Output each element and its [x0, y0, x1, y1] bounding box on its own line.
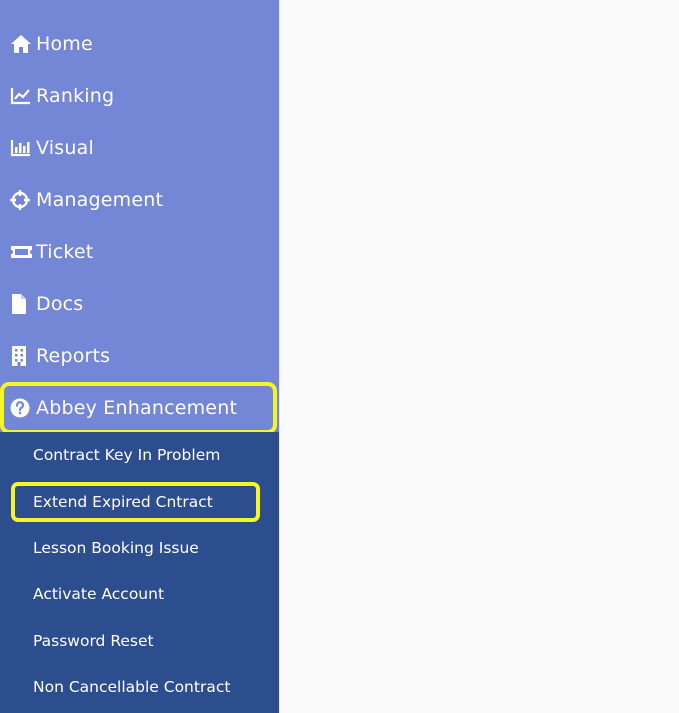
sidebar: Home Ranking Visual Management Ticket Do…: [0, 0, 280, 713]
sidebar-item-reports[interactable]: Reports: [0, 330, 279, 382]
sidebar-item-docs[interactable]: Docs: [0, 278, 279, 330]
main-content: [280, 0, 679, 713]
sidebar-item-ranking[interactable]: Ranking: [0, 70, 279, 122]
building-icon: [10, 346, 34, 366]
sidebar-item-label: Abbey Enhancement: [36, 397, 238, 419]
sidebar-item-home[interactable]: Home: [0, 18, 279, 70]
question-circle-icon: [10, 398, 34, 418]
app-page: Home Ranking Visual Management Ticket Do…: [0, 0, 679, 713]
ticket-icon: [10, 242, 34, 262]
crosshair-icon: [10, 190, 34, 210]
sidebar-nav: Home Ranking Visual Management Ticket Do…: [0, 18, 279, 434]
document-icon: [10, 294, 34, 314]
submenu-item-label: Password Reset: [33, 631, 154, 650]
sidebar-item-label: Management: [36, 189, 164, 211]
home-icon: [10, 34, 34, 54]
sidebar-item-abbey-enhancement[interactable]: Abbey Enhancement: [0, 382, 277, 434]
submenu-abbey-enhancement: Contract Key In Problem Extend Expired C…: [0, 432, 279, 713]
submenu-item-label: Lesson Booking Issue: [33, 538, 199, 557]
sidebar-item-management[interactable]: Management: [0, 174, 279, 226]
submenu-item-activate-account[interactable]: Activate Account: [0, 571, 279, 618]
submenu-item-label: Activate Account: [33, 585, 165, 604]
submenu-item-password-reset[interactable]: Password Reset: [0, 618, 279, 665]
submenu-item-non-cancellable-contract[interactable]: Non Cancellable Contract: [0, 664, 279, 711]
sidebar-item-ticket[interactable]: Ticket: [0, 226, 279, 278]
sidebar-item-label: Docs: [36, 293, 84, 315]
sidebar-item-label: Ticket: [36, 241, 94, 263]
sidebar-item-label: Ranking: [36, 85, 115, 107]
submenu-item-label: Extend Expired Cntract: [33, 492, 213, 511]
submenu-item-lesson-booking-issue[interactable]: Lesson Booking Issue: [0, 525, 279, 572]
sidebar-item-label: Visual: [36, 137, 94, 159]
submenu-item-contract-key-in-problem[interactable]: Contract Key In Problem: [0, 432, 279, 479]
submenu-item-extend-expired-contract[interactable]: Extend Expired Cntract: [11, 481, 260, 522]
submenu-item-label: Non Cancellable Contract: [33, 678, 231, 697]
submenu-item-label: Contract Key In Problem: [33, 446, 221, 465]
sidebar-item-label: Home: [36, 33, 93, 55]
sidebar-item-label: Reports: [36, 345, 111, 367]
bar-chart-icon: [10, 138, 34, 158]
sidebar-item-visual[interactable]: Visual: [0, 122, 279, 174]
line-chart-icon: [10, 86, 34, 106]
